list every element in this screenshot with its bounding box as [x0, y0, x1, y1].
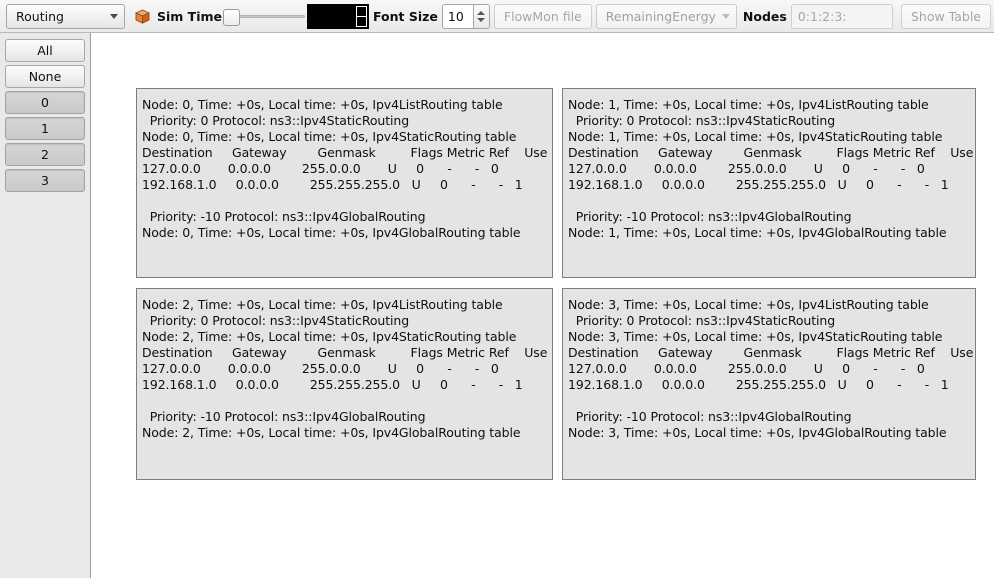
routing-table-line: 192.168.1.0 0.0.0.0 255.255.255.0 U 0 - …	[568, 377, 949, 392]
routing-table-line: 192.168.1.0 0.0.0.0 255.255.255.0 U 0 - …	[142, 377, 523, 392]
routing-table-line: Destination Gateway Genmask Flags Metric…	[142, 345, 553, 360]
routing-table-line: Destination Gateway Genmask Flags Metric…	[568, 345, 976, 360]
routing-table-line: Priority: 0 Protocol: ns3::Ipv4StaticRou…	[142, 113, 410, 128]
routing-table-line: Node: 3, Time: +0s, Local time: +0s, Ipv…	[568, 425, 947, 440]
nodes-input-value: 0:1:2:3:	[797, 8, 847, 24]
nodes-label: Nodes	[742, 8, 787, 24]
routing-table-line: Node: 1, Time: +0s, Local time: +0s, Ipv…	[568, 129, 943, 144]
show-table-button[interactable]: Show Table	[900, 3, 991, 29]
cube-icon	[134, 9, 151, 24]
font-size-spinbox[interactable]: 10	[441, 3, 490, 29]
routing-table-line: 127.0.0.0 0.0.0.0 255.0.0.0 U 0 - - 0	[142, 361, 499, 376]
show-table-label: Show Table	[910, 8, 981, 24]
routing-table-line	[568, 193, 975, 209]
font-size-stepper[interactable]	[472, 3, 490, 29]
routing-table-line: Priority: 0 Protocol: ns3::Ipv4StaticRou…	[568, 313, 836, 328]
routing-table-panel-node-0[interactable]: Node: 0, Time: +0s, Local time: +0s, Ipv…	[136, 88, 553, 278]
sidebar-button-label: All	[37, 43, 53, 58]
routing-table-line	[142, 193, 552, 209]
slider-track	[228, 15, 305, 18]
routing-table-line: Node: 0, Time: +0s, Local time: +0s, Ipv…	[142, 129, 517, 144]
sim-time-slider[interactable]	[222, 5, 305, 27]
arrow-up-icon[interactable]	[477, 10, 486, 15]
sim-time-label: Sim Time	[157, 8, 222, 24]
pyviz-window: Routing Sim Time Font Size 10 FlowMon fi…	[0, 0, 994, 578]
mode-combo-value: Routing	[16, 8, 64, 24]
routing-table-line: Node: 1, Time: +0s, Local time: +0s, Ipv…	[568, 97, 929, 112]
font-size-label: Font Size	[372, 8, 438, 24]
sidebar-button-0[interactable]: 0	[5, 91, 85, 114]
sidebar-button-label: 2	[41, 147, 49, 162]
routing-table-line: Destination Gateway Genmask Flags Metric…	[568, 145, 976, 160]
routing-table-line: Destination Gateway Genmask Flags Metric…	[142, 145, 553, 160]
routing-table-panel-node-3[interactable]: Node: 3, Time: +0s, Local time: +0s, Ipv…	[562, 288, 976, 480]
sidebar-button-2[interactable]: 2	[5, 143, 85, 166]
routing-table-line: 192.168.1.0 0.0.0.0 255.255.255.0 U 0 - …	[142, 177, 523, 192]
routing-table-line: Priority: 0 Protocol: ns3::Ipv4StaticRou…	[142, 313, 410, 328]
routing-table-line: Priority: 0 Protocol: ns3::Ipv4StaticRou…	[568, 113, 836, 128]
sidebar-button-1[interactable]: 1	[5, 117, 85, 140]
routing-table-line: Node: 0, Time: +0s, Local time: +0s, Ipv…	[142, 225, 521, 240]
chevron-down-icon	[110, 13, 118, 19]
routing-table-line	[568, 393, 975, 409]
flowmon-file-label: FlowMon file	[503, 8, 582, 24]
routing-canvas: Node: 0, Time: +0s, Local time: +0s, Ipv…	[92, 33, 994, 578]
chevron-down-icon	[721, 13, 730, 19]
toolbar: Routing Sim Time Font Size 10 FlowMon fi…	[0, 0, 994, 33]
routing-table-line: Node: 3, Time: +0s, Local time: +0s, Ipv…	[568, 329, 943, 344]
routing-table-line: Node: 2, Time: +0s, Local time: +0s, Ipv…	[142, 297, 503, 312]
routing-table-panel-node-1[interactable]: Node: 1, Time: +0s, Local time: +0s, Ipv…	[562, 88, 976, 278]
routing-table-line: Priority: -10 Protocol: ns3::Ipv4GlobalR…	[142, 209, 426, 224]
remaining-energy-combo[interactable]: RemainingEnergy	[595, 3, 737, 29]
slider-handle[interactable]	[222, 9, 240, 26]
routing-table-line	[142, 393, 552, 409]
routing-table-line: Node: 2, Time: +0s, Local time: +0s, Ipv…	[142, 425, 521, 440]
routing-table-line: Node: 2, Time: +0s, Local time: +0s, Ipv…	[142, 329, 517, 344]
routing-table-line: 127.0.0.0 0.0.0.0 255.0.0.0 U 0 - - 0	[568, 361, 925, 376]
remaining-energy-label: RemainingEnergy	[605, 8, 716, 24]
routing-table-line: Node: 3, Time: +0s, Local time: +0s, Ipv…	[568, 297, 929, 312]
sidebar-button-label: 1	[41, 121, 49, 136]
arrow-down-icon[interactable]	[477, 17, 486, 22]
sim-time-display[interactable]	[306, 3, 369, 29]
sidebar-button-label: None	[28, 69, 62, 84]
sim-time-spinner-icon[interactable]	[355, 5, 367, 27]
flowmon-file-button[interactable]: FlowMon file	[493, 3, 592, 29]
sidebar-button-none[interactable]: None	[5, 65, 85, 88]
sidebar-button-3[interactable]: 3	[5, 169, 85, 192]
font-size-value[interactable]: 10	[441, 3, 473, 29]
sidebar-button-label: 3	[41, 173, 49, 188]
routing-table-line: 127.0.0.0 0.0.0.0 255.0.0.0 U 0 - - 0	[142, 161, 499, 176]
nodes-input[interactable]: 0:1:2:3:	[790, 3, 893, 29]
sidebar-button-all[interactable]: All	[5, 39, 85, 62]
routing-table-line: 192.168.1.0 0.0.0.0 255.255.255.0 U 0 - …	[568, 177, 949, 192]
routing-table-line: Node: 0, Time: +0s, Local time: +0s, Ipv…	[142, 97, 503, 112]
routing-table-line: Node: 1, Time: +0s, Local time: +0s, Ipv…	[568, 225, 947, 240]
node-filter-sidebar: All None 0 1 2 3	[0, 33, 91, 578]
routing-table-panel-node-2[interactable]: Node: 2, Time: +0s, Local time: +0s, Ipv…	[136, 288, 553, 480]
routing-table-line: Priority: -10 Protocol: ns3::Ipv4GlobalR…	[568, 209, 852, 224]
routing-table-line: Priority: -10 Protocol: ns3::Ipv4GlobalR…	[568, 409, 852, 424]
routing-table-line: Priority: -10 Protocol: ns3::Ipv4GlobalR…	[142, 409, 426, 424]
routing-table-line: 127.0.0.0 0.0.0.0 255.0.0.0 U 0 - - 0	[568, 161, 925, 176]
sidebar-button-label: 0	[41, 95, 49, 110]
mode-combo[interactable]: Routing	[6, 3, 125, 29]
